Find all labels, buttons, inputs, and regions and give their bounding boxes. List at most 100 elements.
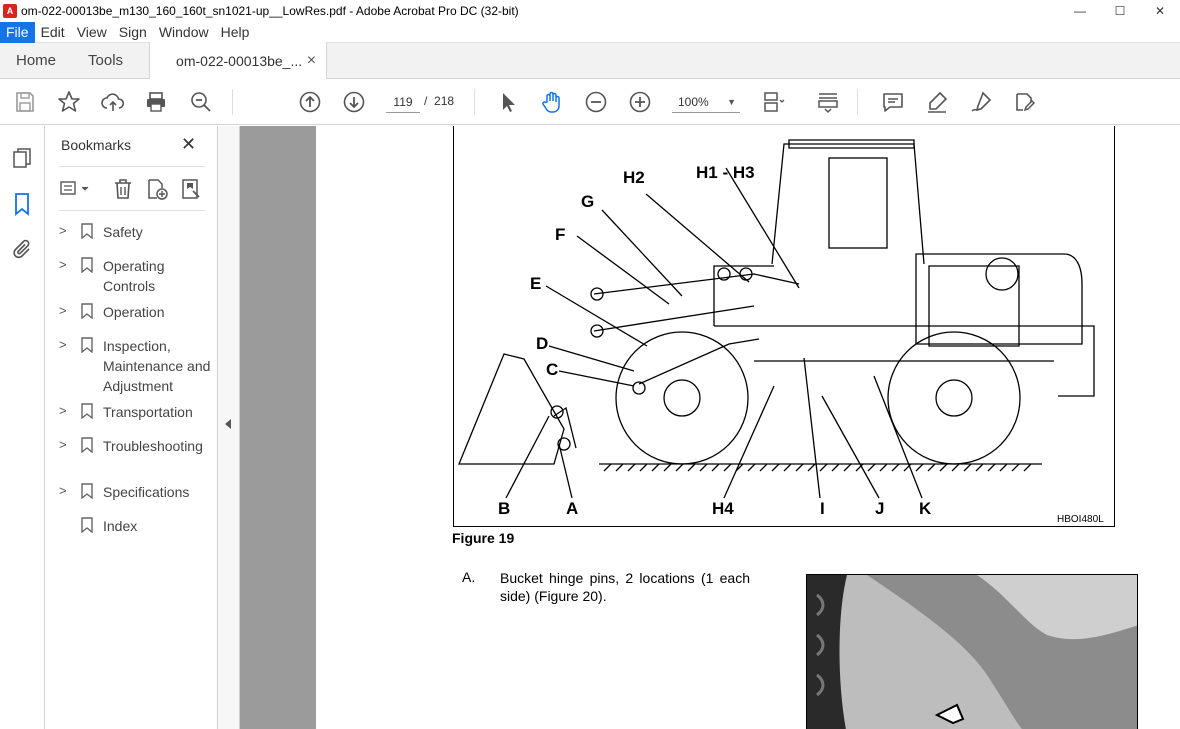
bookmark-label: Operating Controls [103, 258, 165, 294]
figure-caption: Figure 19 [452, 530, 515, 546]
left-rail [0, 126, 45, 729]
delete-icon[interactable] [111, 177, 135, 201]
chevron-right-icon[interactable]: > [59, 483, 67, 498]
tab-bar: Home Tools om-022-00013be_... × [0, 42, 1180, 79]
search-zoom-icon[interactable] [188, 90, 214, 114]
chevron-right-icon[interactable]: > [59, 403, 67, 418]
tab-home[interactable]: Home [0, 43, 72, 79]
figure-code: HBOI480L [1057, 514, 1104, 525]
bookmark-icon [81, 437, 93, 453]
new-bookmark-icon[interactable] [145, 177, 169, 201]
highlight-icon[interactable] [924, 90, 950, 114]
scroll-icon[interactable] [815, 90, 841, 114]
page-number-input[interactable]: 119 [386, 91, 420, 113]
tab-document-label: om-022-00013be_... [176, 52, 303, 69]
pages-thumbnail-icon[interactable] [10, 146, 34, 170]
callout-h1-h3: H1 - H3 [696, 163, 755, 182]
chevron-right-icon[interactable]: > [59, 223, 67, 238]
callout-c: C [546, 360, 559, 379]
tab-tools[interactable]: Tools [72, 43, 139, 79]
page-separator: / [424, 94, 428, 108]
panel-collapse-gutter[interactable] [218, 126, 240, 729]
callout-j: J [875, 499, 885, 518]
menu-file[interactable]: File [0, 21, 35, 43]
zoom-dropdown-icon[interactable]: ▼ [727, 97, 736, 107]
menu-edit[interactable]: Edit [35, 22, 71, 43]
menu-view[interactable]: View [71, 22, 113, 43]
tab-document[interactable]: om-022-00013be_... × [149, 42, 328, 79]
close-panel-button[interactable]: ✕ [181, 135, 197, 153]
select-arrow-icon[interactable] [495, 90, 521, 114]
callout-i: I [820, 499, 825, 518]
loader-diagram [458, 139, 1095, 499]
attachment-icon[interactable] [10, 238, 34, 262]
bookmark-icon [81, 483, 93, 499]
upload-icon[interactable] [100, 90, 126, 114]
chevron-right-icon[interactable]: > [59, 257, 67, 272]
fill-sign-icon[interactable] [1011, 90, 1037, 114]
chevron-right-icon[interactable]: > [59, 437, 67, 452]
bookmark-label: Safety [103, 224, 143, 240]
save-icon[interactable] [12, 90, 38, 114]
maximize-button[interactable]: ☐ [1100, 0, 1140, 22]
bookmark-panel-icon[interactable] [10, 192, 34, 216]
print-icon[interactable] [143, 90, 169, 114]
callout-f: F [555, 225, 566, 244]
menu-sign[interactable]: Sign [113, 22, 153, 43]
callout-k: K [919, 499, 932, 518]
title-bar: A om-022-00013be_m130_160_160t_sn1021-up… [0, 0, 1180, 22]
bookmark-icon [81, 257, 93, 273]
document-viewer[interactable]: H2 H1 - H3 G F E D C B A H4 I J K HBOI48… [240, 126, 1180, 729]
pdf-page: H2 H1 - H3 G F E D C B A H4 I J K HBOI48… [316, 126, 1180, 729]
pdf-icon: A [3, 4, 17, 18]
collapse-arrow-icon[interactable] [225, 419, 231, 429]
toolbar: 119 / 218 100% ▼ [0, 79, 1180, 125]
zoom-in-icon[interactable] [627, 90, 653, 114]
figure-frame: H2 H1 - H3 G F E D C B A H4 I J K [453, 126, 1115, 527]
star-icon[interactable] [56, 90, 82, 114]
callout-d: D [536, 334, 549, 353]
callout-a: A [566, 499, 579, 518]
menu-help[interactable]: Help [215, 22, 256, 43]
minimize-button[interactable]: — [1060, 0, 1100, 22]
window-title: om-022-00013be_m130_160_160t_sn1021-up__… [21, 4, 519, 18]
tab-close-button[interactable]: × [307, 52, 316, 70]
callout-b: B [498, 499, 511, 518]
bookmark-label: Specifications [103, 484, 190, 500]
page-total: 218 [434, 94, 455, 108]
callout-h4: H4 [712, 499, 734, 518]
zoom-value: 100% [678, 94, 709, 109]
callout-e: E [530, 274, 542, 293]
bookmark-icon [81, 223, 93, 239]
zoom-level-input[interactable]: 100% ▼ [672, 91, 740, 113]
bookmark-from-selection-icon[interactable] [179, 177, 203, 201]
comment-icon[interactable] [880, 90, 906, 114]
menu-window[interactable]: Window [153, 22, 215, 43]
chevron-right-icon[interactable]: > [59, 337, 67, 352]
bookmarks-title: Bookmarks [61, 137, 132, 153]
close-window-button[interactable]: ✕ [1140, 0, 1180, 22]
bucket-photo-graphic [807, 575, 1137, 729]
sign-icon[interactable] [968, 90, 994, 114]
bookmark-icon [81, 303, 93, 319]
bookmark-tools [59, 177, 209, 201]
bookmark-label: Troubleshooting [103, 438, 203, 454]
hand-icon[interactable] [539, 90, 565, 114]
page-layout-icon[interactable] [760, 90, 786, 114]
list-item-letter: A. [462, 569, 476, 585]
bookmarks-panel: Bookmarks ✕ > Safety > Operating Control… [45, 126, 218, 729]
zoom-out-icon[interactable] [583, 90, 609, 114]
menu-bar: File Edit View Sign Window Help [0, 21, 1180, 43]
page-up-icon[interactable] [297, 90, 323, 114]
page-count: / 218 [424, 94, 454, 108]
bookmark-label: Operation [103, 304, 165, 320]
panel-divider [59, 166, 205, 167]
chevron-right-icon[interactable]: > [59, 303, 67, 318]
bucket-photo [806, 574, 1138, 729]
page-down-icon[interactable] [341, 90, 367, 114]
panel-divider [59, 210, 205, 211]
bookmark-options-icon[interactable] [59, 177, 89, 201]
toolbar-divider [474, 89, 475, 115]
bookmark-label: Transportation [103, 404, 193, 420]
bookmark-icon [81, 517, 93, 533]
